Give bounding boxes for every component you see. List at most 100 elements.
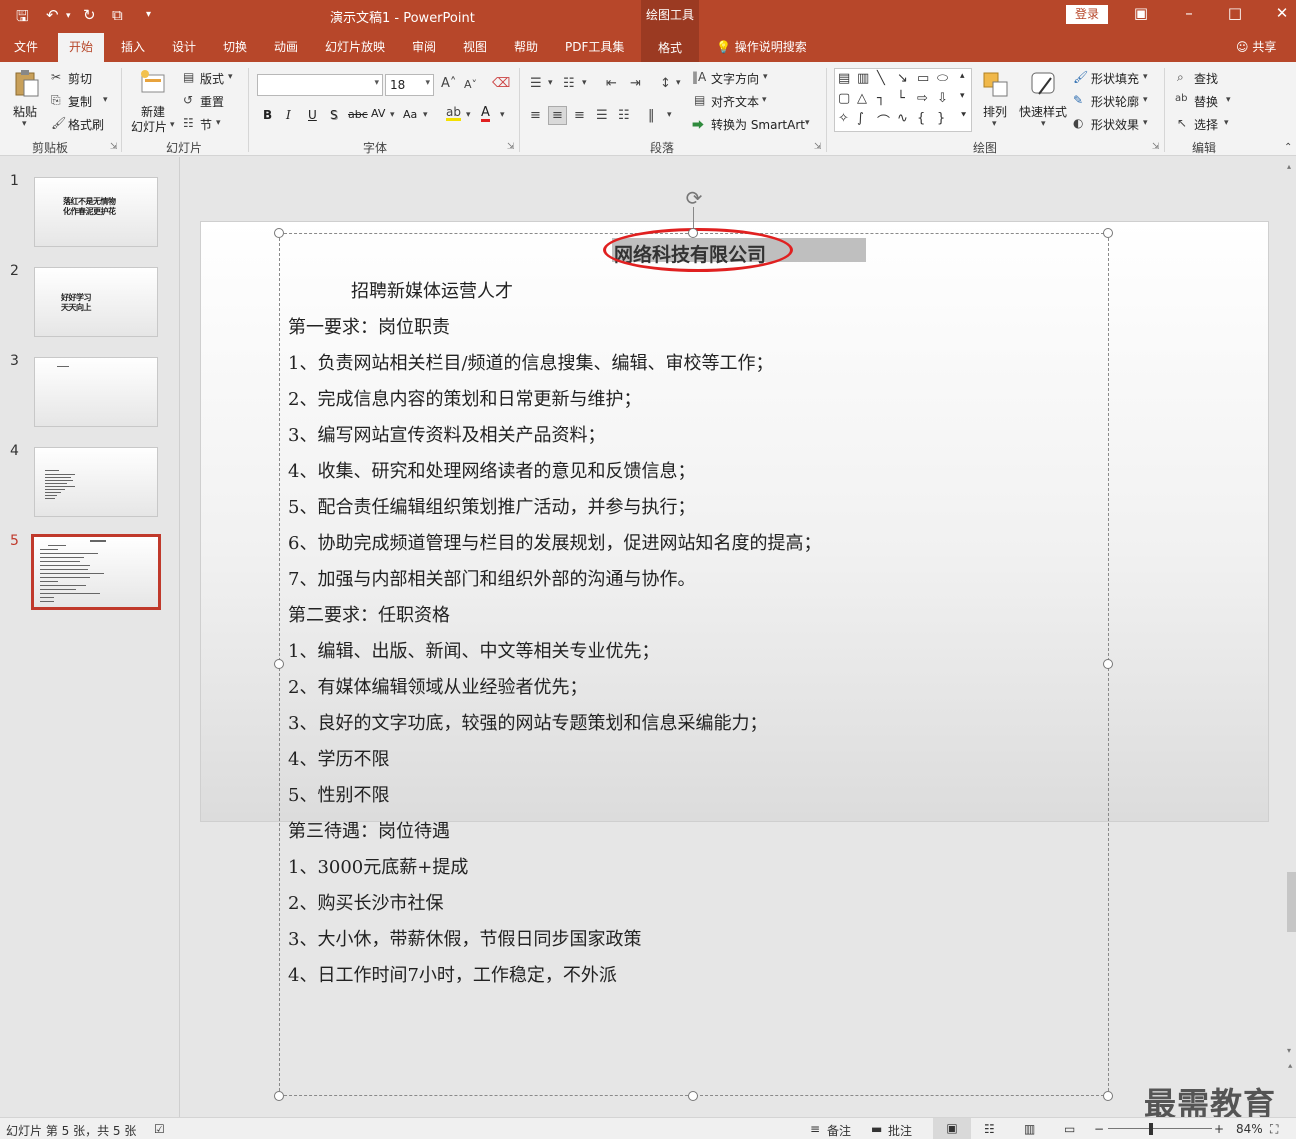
align-center-icon[interactable]: ≡: [548, 106, 567, 125]
scrollbar-thumb[interactable]: [1287, 872, 1296, 932]
align-text-dropdown-icon[interactable]: ▾: [762, 95, 767, 105]
slide-text-line[interactable]: 3、编写网站宣传资料及相关产品资料；: [288, 421, 605, 447]
close-icon[interactable]: ✕: [1270, 4, 1294, 22]
copy-button[interactable]: 复制: [68, 93, 92, 110]
shape-effects-icon[interactable]: ◐: [1073, 116, 1083, 130]
replace-button[interactable]: 替换: [1194, 93, 1218, 110]
paste-icon[interactable]: [12, 68, 42, 98]
reading-view-icon[interactable]: ▥: [1024, 1122, 1035, 1136]
resize-handle-top-right[interactable]: [1103, 228, 1113, 238]
convert-smartart-button[interactable]: 转换为 SmartArt: [711, 116, 805, 133]
align-left-icon[interactable]: ≡: [530, 108, 541, 123]
notes-button[interactable]: 备注: [827, 1122, 851, 1139]
text-direction-icon[interactable]: ‖A: [692, 70, 706, 84]
notes-icon[interactable]: ≡: [810, 1122, 820, 1136]
slide-text-line[interactable]: 2、购买长沙市社保: [288, 889, 443, 915]
zoom-slider-track[interactable]: [1108, 1128, 1212, 1129]
copy-icon[interactable]: ⎘: [51, 93, 61, 108]
line-spacing-icon[interactable]: ↕: [660, 76, 671, 91]
gallery-more-icon[interactable]: ⯆: [960, 111, 967, 121]
align-text-icon[interactable]: ▤: [694, 93, 705, 107]
font-color-icon[interactable]: A: [481, 106, 490, 122]
rotate-handle-icon[interactable]: ⟳: [683, 187, 705, 209]
slide-text-line[interactable]: 第三待遇：岗位待遇: [288, 817, 450, 843]
vertical-scrollbar[interactable]: ▴ ▾ ⯅: [1287, 160, 1296, 1117]
strikethrough-button[interactable]: abc: [348, 108, 368, 121]
layout-button[interactable]: 版式: [200, 70, 224, 87]
cut-icon[interactable]: ✂: [51, 70, 61, 84]
undo-icon[interactable]: ↶: [46, 6, 59, 24]
tab-file[interactable]: 文件: [14, 38, 38, 55]
arrange-button[interactable]: 排列: [983, 103, 1007, 120]
new-slide-dropdown-icon[interactable]: ▾: [170, 120, 175, 130]
columns-icon[interactable]: ‖: [648, 108, 655, 123]
freeform-shape-icon[interactable]: ✧: [838, 111, 849, 126]
tab-design[interactable]: 设计: [172, 38, 196, 55]
slide-text-line[interactable]: 第一要求：岗位职责: [288, 313, 450, 339]
tab-review[interactable]: 审阅: [412, 38, 436, 55]
new-slide-icon[interactable]: [138, 68, 168, 98]
cut-button[interactable]: 剪切: [68, 70, 92, 87]
shape-effects-dropdown-icon[interactable]: ▾: [1143, 118, 1148, 128]
slide-text-line[interactable]: 4、收集、研究和处理网络读者的意见和反馈信息；: [288, 457, 695, 483]
slide-text-line[interactable]: 1、3000元底薪+提成: [288, 853, 468, 879]
slide-thumbnail-2[interactable]: 好好学习 天天向上: [34, 267, 158, 337]
underline-button[interactable]: U: [308, 108, 317, 122]
normal-view-icon[interactable]: ▣: [933, 1118, 971, 1139]
maximize-icon[interactable]: □: [1223, 4, 1247, 22]
resize-handle-bottom-left[interactable]: [274, 1091, 284, 1101]
highlight-color-icon[interactable]: ab: [446, 106, 461, 121]
change-case-dropdown-icon[interactable]: ▾: [423, 110, 428, 120]
new-slide-label-2[interactable]: 幻灯片: [131, 118, 167, 135]
slide-text-line[interactable]: 2、完成信息内容的策划和日常更新与维护；: [288, 385, 641, 411]
char-spacing-button[interactable]: AV: [371, 107, 385, 120]
down-arrow-shape-icon[interactable]: ⇩: [937, 91, 948, 106]
line-shape-icon[interactable]: ╲: [877, 71, 885, 86]
shape-fill-button[interactable]: 形状填充: [1091, 70, 1139, 87]
font-launcher-icon[interactable]: ⇲: [507, 142, 515, 152]
char-spacing-dropdown-icon[interactable]: ▾: [390, 110, 395, 120]
slideshow-start-icon[interactable]: ⧉: [112, 6, 123, 24]
triangle-shape-icon[interactable]: △: [857, 91, 867, 106]
rectangle-shape-icon[interactable]: ▭: [917, 71, 929, 86]
line-spacing-dropdown-icon[interactable]: ▾: [676, 78, 681, 88]
previous-slide-icon[interactable]: ⯅: [1287, 1062, 1293, 1072]
slideshow-view-icon[interactable]: ▭: [1064, 1122, 1075, 1136]
shape-outline-dropdown-icon[interactable]: ▾: [1143, 95, 1148, 105]
find-icon[interactable]: ⌕: [1177, 70, 1184, 85]
increase-indent-icon[interactable]: ⇥: [630, 76, 641, 91]
tab-pdf-tools[interactable]: PDF工具集: [565, 38, 624, 55]
resize-handle-top[interactable]: [688, 228, 698, 238]
right-arrow-shape-icon[interactable]: ⇨: [917, 91, 928, 106]
quick-styles-icon[interactable]: [1029, 70, 1059, 100]
shape-fill-dropdown-icon[interactable]: ▾: [1143, 72, 1148, 82]
reset-icon[interactable]: ↺: [183, 93, 193, 107]
grow-font-icon[interactable]: A˄: [441, 76, 456, 91]
slide-text-line[interactable]: 第二要求：任职资格: [288, 601, 450, 627]
section-button[interactable]: 节: [200, 116, 212, 133]
tab-home[interactable]: 开始: [58, 33, 105, 62]
scroll-up-icon[interactable]: ▴: [1287, 162, 1291, 171]
tell-me-search[interactable]: 💡 操作说明搜索: [716, 38, 807, 55]
bullets-icon[interactable]: ☰: [530, 76, 542, 91]
font-name-combo[interactable]: ▾: [257, 74, 383, 96]
section-icon[interactable]: ☷: [183, 116, 194, 130]
columns-dropdown-icon[interactable]: ▾: [667, 110, 672, 120]
paragraph-launcher-icon[interactable]: ⇲: [814, 142, 822, 152]
slide-thumbnail-3[interactable]: [34, 357, 158, 427]
textbox-shape-icon[interactable]: ▤: [838, 71, 850, 86]
save-icon[interactable]: 🖫: [16, 6, 29, 31]
section-dropdown-icon[interactable]: ▾: [216, 118, 221, 128]
find-button[interactable]: 查找: [1194, 70, 1218, 87]
arrow-line-shape-icon[interactable]: ↘: [897, 71, 908, 86]
highlight-dropdown-icon[interactable]: ▾: [466, 110, 471, 120]
replace-dropdown-icon[interactable]: ▾: [1226, 95, 1231, 105]
zoom-out-icon[interactable]: −: [1094, 1122, 1104, 1136]
scroll-down-icon[interactable]: ▾: [1287, 1046, 1291, 1055]
paste-label[interactable]: 粘贴: [13, 103, 37, 120]
replace-icon[interactable]: ab: [1175, 93, 1187, 104]
elbow-connector-shape-icon[interactable]: ┐: [877, 91, 885, 106]
decrease-indent-icon[interactable]: ⇤: [606, 76, 617, 91]
format-painter-icon[interactable]: 🖌: [51, 116, 66, 130]
select-button[interactable]: 选择: [1194, 116, 1218, 133]
